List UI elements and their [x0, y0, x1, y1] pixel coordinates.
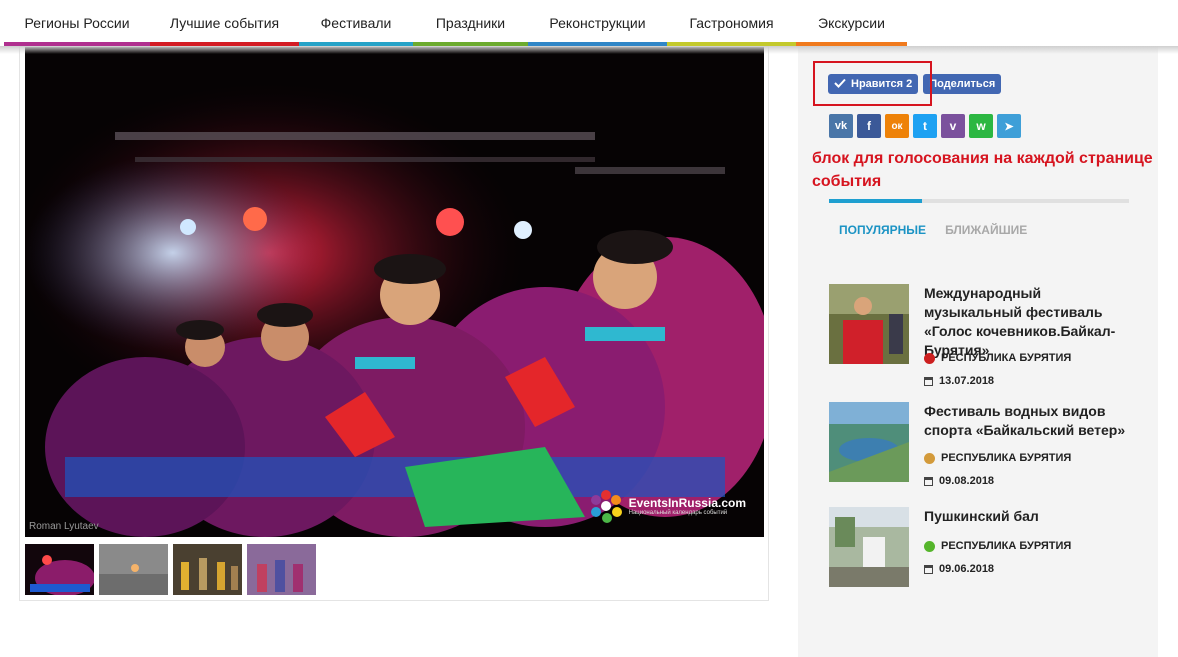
watermark-subtitle: Национальный календарь событий — [628, 510, 728, 516]
event-region-label: РЕСПУБЛИКА БУРЯТИЯ — [941, 352, 1072, 364]
region-dot-icon — [924, 352, 935, 364]
event-region: РЕСПУБЛИКА БУРЯТИЯ — [924, 540, 1071, 552]
thumbnail-1[interactable] — [25, 544, 94, 595]
event-region-label: РЕСПУБЛИКА БУРЯТИЯ — [941, 452, 1072, 464]
event-title[interactable]: Фестиваль водных видов спорта «Байкальск… — [924, 402, 1134, 440]
region-dot-icon — [924, 540, 935, 552]
share-button[interactable]: Поделиться — [923, 74, 1002, 94]
nav-item-regions[interactable]: Регионы России — [4, 0, 150, 46]
highlight-frame — [813, 61, 932, 106]
event-tabs: ПОПУЛЯРНЫЕ БЛИЖАЙШИЕ — [839, 223, 1027, 237]
nav-item-festivals[interactable]: Фестивали — [299, 0, 413, 46]
viber-icon[interactable]: v — [941, 114, 965, 138]
nav-item-label: Лучшие события — [169, 15, 280, 31]
event-date-label: 09.06.2018 — [939, 563, 995, 575]
top-navigation: Регионы России Лучшие события Фестивали … — [0, 0, 1178, 46]
photo-gallery: Roman Lyutaev EventsInRussia.com Национа… — [19, 46, 769, 601]
photo-credit: Roman Lyutaev — [29, 521, 99, 532]
odnoklassniki-icon[interactable]: ок — [885, 114, 909, 138]
annotation-text: блок для голосования на каждой странице … — [812, 150, 1153, 190]
facebook-icon[interactable]: f — [857, 114, 881, 138]
event-title[interactable]: Пушкинский бал — [924, 507, 1134, 526]
event-date: 09.08.2018 — [924, 475, 994, 487]
thumbnail-strip — [25, 544, 316, 595]
region-dot-icon — [924, 452, 935, 464]
event-region: РЕСПУБЛИКА БУРЯТИЯ — [924, 452, 1071, 464]
dancers-photo — [25, 47, 764, 537]
nav-item-best-events[interactable]: Лучшие события — [150, 0, 299, 46]
event-date: 13.07.2018 — [924, 375, 994, 387]
event-date-label: 13.07.2018 — [939, 375, 995, 387]
nav-item-label: Праздники — [435, 15, 506, 31]
tab-nearest[interactable]: БЛИЖАЙШИЕ — [945, 223, 1027, 237]
nav-item-holidays[interactable]: Праздники — [413, 0, 528, 46]
event-date: 09.06.2018 — [924, 563, 994, 575]
nav-item-label: Гастрономия — [689, 15, 774, 31]
thumbnail-2[interactable] — [99, 544, 168, 595]
social-share-icons: vk f ок t v w ➤ — [829, 114, 1021, 138]
nav-item-excursions[interactable]: Экскурсии — [796, 0, 907, 46]
event-date-label: 09.08.2018 — [939, 475, 995, 487]
nav-item-label: Экскурсии — [818, 15, 885, 31]
nav-shadow — [0, 46, 1178, 54]
thumbnail-3[interactable] — [173, 544, 242, 595]
telegram-icon[interactable]: ➤ — [997, 114, 1021, 138]
event-image[interactable] — [829, 284, 909, 364]
nav-item-gastronomy[interactable]: Гастрономия — [667, 0, 796, 46]
nav-item-label: Фестивали — [320, 15, 392, 31]
watermark: EventsInRussia.com Национальный календар… — [589, 489, 746, 523]
nav-item-reconstructions[interactable]: Реконструкции — [528, 0, 667, 46]
whatsapp-icon[interactable]: w — [969, 114, 993, 138]
tab-indicator-track — [829, 199, 1129, 203]
main-photo[interactable]: Roman Lyutaev EventsInRussia.com Национа… — [25, 47, 764, 537]
event-title[interactable]: Международный музыкальный фестиваль «Гол… — [924, 284, 1134, 360]
tab-indicator-active — [829, 199, 922, 203]
watermark-name: EventsInRussia.com — [628, 496, 746, 510]
calendar-icon — [924, 564, 933, 574]
calendar-icon — [924, 476, 933, 486]
share-label: Поделиться — [929, 78, 996, 90]
event-image[interactable] — [829, 507, 909, 587]
event-region: РЕСПУБЛИКА БУРЯТИЯ — [924, 352, 1071, 364]
watermark-logo-icon — [590, 490, 622, 523]
vk-icon[interactable]: vk — [829, 114, 853, 138]
twitter-icon[interactable]: t — [913, 114, 937, 138]
event-image[interactable] — [829, 402, 909, 482]
tab-popular[interactable]: ПОПУЛЯРНЫЕ — [839, 223, 926, 237]
event-region-label: РЕСПУБЛИКА БУРЯТИЯ — [941, 540, 1072, 552]
thumbnail-4[interactable] — [247, 544, 316, 595]
nav-item-label: Реконструкции — [549, 15, 646, 31]
calendar-icon — [924, 376, 933, 386]
nav-item-label: Регионы России — [24, 15, 130, 31]
